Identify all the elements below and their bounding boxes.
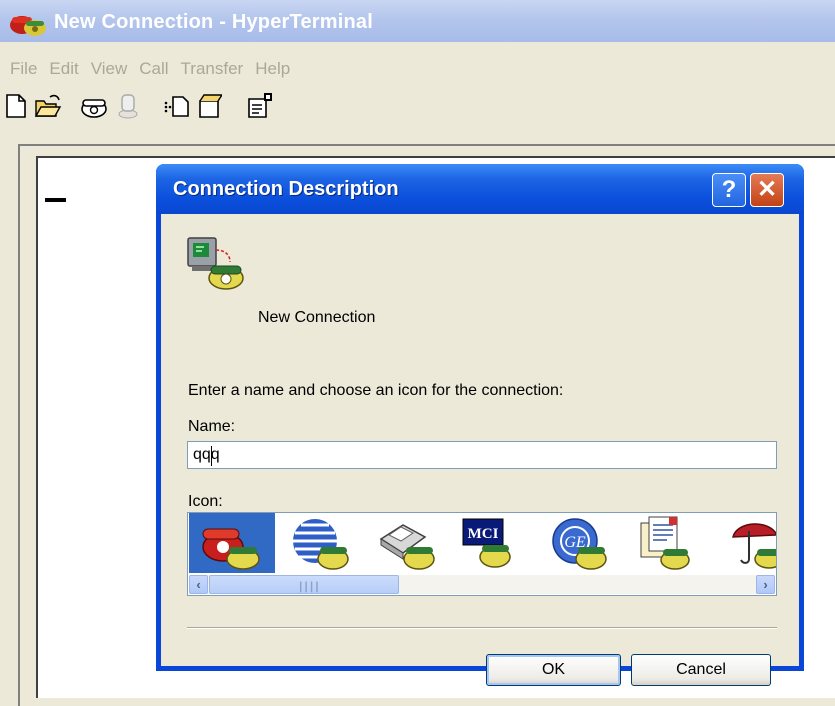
receive-icon[interactable] [194, 92, 224, 120]
documents-icon[interactable] [619, 513, 705, 573]
window-title: New Connection - HyperTerminal [54, 11, 374, 33]
connection-description-dialog: Connection Description ? ✕ New Connectio… [156, 164, 804, 686]
icon-list[interactable]: MCI GE ‹ ┃┃┃┃ › [187, 512, 777, 596]
connection-name-label: New Connection [258, 309, 376, 326]
menu-call[interactable]: Call [139, 59, 168, 79]
fax-phone-icon[interactable] [361, 513, 447, 573]
main-title-bar[interactable]: New Connection - HyperTerminal [0, 0, 835, 42]
ge-globe-icon[interactable]: GE [533, 513, 619, 573]
menu-help[interactable]: Help [255, 59, 290, 79]
mci-icon[interactable]: MCI [447, 513, 533, 573]
send-icon[interactable] [162, 92, 190, 120]
scroll-grip-icon: ┃┃┃┃ [298, 582, 320, 592]
name-label: Name: [188, 418, 236, 435]
cancel-button[interactable]: Cancel [631, 654, 771, 686]
close-button[interactable]: ✕ [750, 173, 784, 207]
blue-globe-icon[interactable] [275, 513, 361, 573]
open-icon[interactable] [34, 92, 62, 120]
menu-view[interactable]: View [91, 59, 128, 79]
horizontal-scrollbar[interactable]: ‹ ┃┃┃┃ › [189, 575, 775, 594]
scroll-thumb[interactable]: ┃┃┃┃ [209, 575, 399, 594]
umbrella-icon[interactable] [705, 513, 776, 573]
disconnect-icon[interactable] [114, 92, 142, 120]
dialog-title-bar[interactable]: Connection Description ? ✕ [156, 164, 804, 214]
menu-file[interactable]: File [10, 59, 37, 79]
call-icon[interactable] [80, 92, 108, 120]
instruction-text: Enter a name and choose an icon for the … [188, 382, 564, 399]
help-button[interactable]: ? [712, 173, 746, 207]
menu-edit[interactable]: Edit [49, 59, 78, 79]
svg-text:MCI: MCI [468, 526, 499, 542]
red-phone-icon[interactable] [189, 513, 275, 573]
text-caret [211, 446, 212, 466]
terminal-cursor [45, 198, 66, 202]
icon-label: Icon: [188, 493, 223, 510]
connection-icon [184, 236, 246, 292]
new-icon[interactable] [2, 92, 30, 120]
menu-transfer[interactable]: Transfer [181, 59, 244, 79]
hyperterminal-app-icon [8, 7, 48, 39]
menu-bar: File Edit View Call Transfer Help [0, 54, 292, 84]
dialog-body: New Connection Enter a name and choose a… [161, 214, 799, 686]
name-input[interactable] [187, 441, 777, 469]
scroll-left-button[interactable]: ‹ [189, 575, 208, 594]
separator [187, 627, 777, 629]
dialog-title: Connection Description [173, 178, 399, 200]
properties-icon[interactable] [246, 92, 274, 120]
scroll-right-button[interactable]: › [756, 575, 775, 594]
ok-button[interactable]: OK [486, 654, 621, 686]
